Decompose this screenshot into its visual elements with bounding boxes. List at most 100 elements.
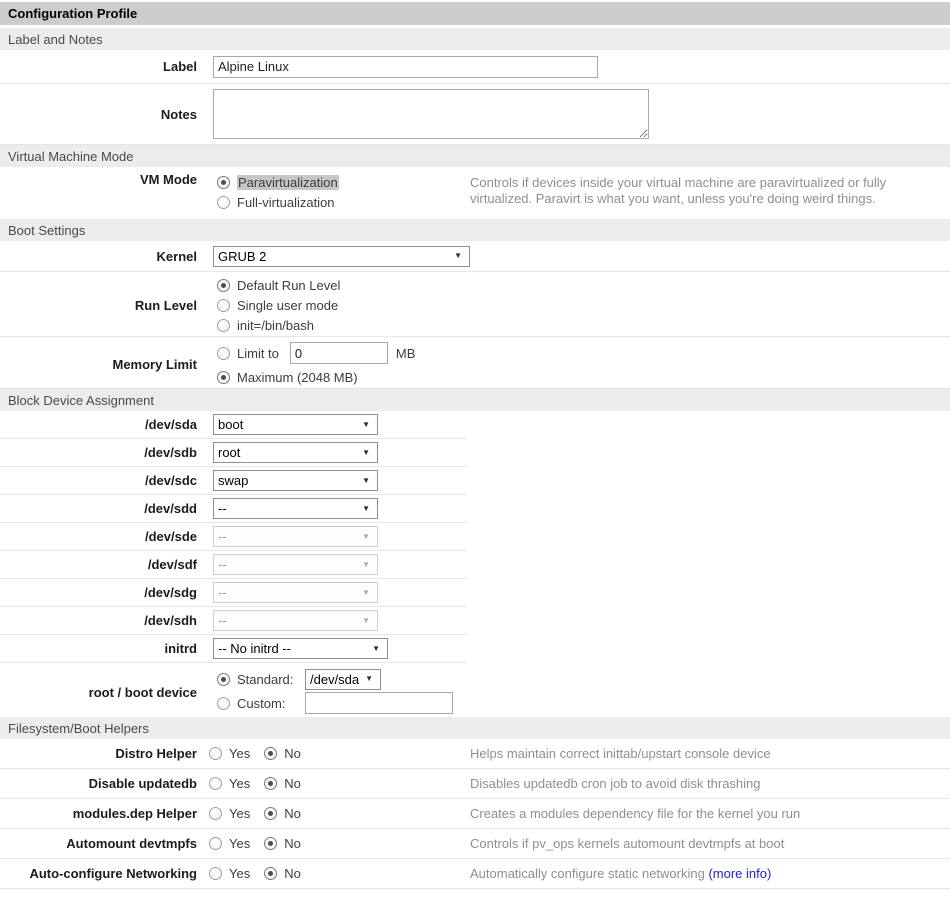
memory-limit-to-label[interactable]: Limit to — [237, 346, 279, 361]
auto-configure-networking-help: Automatically configure static networkin… — [470, 866, 705, 881]
modules-dep-helper-label: modules.dep Helper — [0, 806, 205, 821]
sdb-select[interactable]: root ▼ — [213, 442, 378, 463]
root-device-custom-radio[interactable] — [217, 697, 230, 710]
root-device-standard-label[interactable]: Standard: — [237, 672, 300, 687]
memory-limit-row: Memory Limit Limit to MB Maximum (2048 M… — [0, 337, 950, 389]
automount-devtmpfs-no-label[interactable]: No — [284, 836, 301, 851]
disable-updatedb-no-radio[interactable] — [264, 777, 277, 790]
notes-textarea[interactable] — [213, 89, 649, 139]
sdd-select-value: -- — [218, 501, 227, 516]
automount-devtmpfs-yes-label[interactable]: Yes — [229, 836, 250, 851]
block-device-table: /dev/sda boot ▼ /dev/sdb root ▼ /dev/sdc… — [0, 411, 467, 717]
auto-configure-networking-no-radio[interactable] — [264, 867, 277, 880]
device-label: /dev/sdc — [0, 473, 205, 488]
run-level-default-radio[interactable] — [217, 279, 230, 292]
distro-helper-yes-label[interactable]: Yes — [229, 746, 250, 761]
modules-dep-helper-row: modules.dep Helper Yes No Creates a modu… — [0, 799, 950, 829]
paravirtualization-radio-label[interactable]: Paravirtualization — [237, 175, 339, 190]
label-input[interactable] — [213, 56, 598, 78]
auto-configure-networking-yes-label[interactable]: Yes — [229, 866, 250, 881]
auto-configure-networking-yes-radio[interactable] — [209, 867, 222, 880]
root-device-standard-radio[interactable] — [217, 673, 230, 686]
block-device-row-sdh: /dev/sdh -- ▼ — [0, 607, 467, 635]
disable-updatedb-no-label[interactable]: No — [284, 776, 301, 791]
kernel-select[interactable]: GRUB 2 ▼ — [213, 246, 470, 267]
section-title: Virtual Machine Mode — [8, 149, 134, 164]
chevron-down-icon: ▼ — [362, 617, 370, 625]
run-level-single-label[interactable]: Single user mode — [237, 298, 338, 313]
sda-select[interactable]: boot ▼ — [213, 414, 378, 435]
automount-devtmpfs-label: Automount devtmpfs — [0, 836, 205, 851]
run-level-default-label[interactable]: Default Run Level — [237, 278, 340, 293]
root-device-custom-input[interactable] — [305, 692, 453, 714]
root-device-standard-select[interactable]: /dev/sda ▼ — [305, 669, 381, 690]
sdb-select-value: root — [218, 445, 240, 460]
sdd-select[interactable]: -- ▼ — [213, 498, 378, 519]
sda-select-value: boot — [218, 417, 243, 432]
full-virtualization-radio-label[interactable]: Full-virtualization — [237, 195, 335, 210]
memory-maximum-label[interactable]: Maximum (2048 MB) — [237, 370, 358, 385]
modules-dep-yes-radio[interactable] — [209, 807, 222, 820]
block-device-row-sde: /dev/sde -- ▼ — [0, 523, 467, 551]
chevron-down-icon: ▼ — [362, 505, 370, 513]
initrd-select[interactable]: -- No initrd -- ▼ — [213, 638, 388, 659]
auto-configure-networking-no-label[interactable]: No — [284, 866, 301, 881]
modules-dep-no-label[interactable]: No — [284, 806, 301, 821]
paravirtualization-radio[interactable] — [217, 176, 230, 189]
chevron-down-icon: ▼ — [362, 533, 370, 541]
section-virtual-machine-mode: Virtual Machine Mode — [0, 145, 950, 167]
full-virtualization-radio[interactable] — [217, 196, 230, 209]
sdc-select-value: swap — [218, 473, 248, 488]
more-info-link[interactable]: (more info) — [708, 866, 771, 881]
distro-helper-no-radio[interactable] — [264, 747, 277, 760]
root-boot-device-row: root / boot device Standard: /dev/sda ▼ … — [0, 663, 467, 717]
sdf-select-value: -- — [218, 557, 227, 572]
distro-helper-label: Distro Helper — [0, 746, 205, 761]
run-level-row: Run Level Default Run Level Single user … — [0, 272, 950, 337]
initrd-label: initrd — [0, 641, 205, 656]
disable-updatedb-yes-label[interactable]: Yes — [229, 776, 250, 791]
memory-maximum-radio[interactable] — [217, 371, 230, 384]
chevron-down-icon: ▼ — [372, 645, 380, 653]
distro-helper-yes-radio[interactable] — [209, 747, 222, 760]
kernel-select-value: GRUB 2 — [218, 249, 266, 264]
device-label: /dev/sde — [0, 529, 205, 544]
automount-devtmpfs-yes-radio[interactable] — [209, 837, 222, 850]
page-title: Configuration Profile — [8, 6, 137, 21]
disable-updatedb-help-text: Disables updatedb cron job to avoid disk… — [470, 776, 938, 792]
automount-devtmpfs-row: Automount devtmpfs Yes No Controls if pv… — [0, 829, 950, 859]
root-boot-device-label: root / boot device — [0, 685, 205, 700]
run-level-init-radio[interactable] — [217, 319, 230, 332]
run-level-single-radio[interactable] — [217, 299, 230, 312]
modules-dep-no-radio[interactable] — [264, 807, 277, 820]
memory-limit-input[interactable] — [290, 342, 388, 364]
sdc-select[interactable]: swap ▼ — [213, 470, 378, 491]
sdh-select: -- ▼ — [213, 610, 378, 631]
memory-limit-to-radio[interactable] — [217, 347, 230, 360]
section-title: Block Device Assignment — [8, 393, 154, 408]
block-device-row-sda: /dev/sda boot ▼ — [0, 411, 467, 439]
root-device-custom-label[interactable]: Custom: — [237, 696, 300, 711]
chevron-down-icon: ▼ — [362, 477, 370, 485]
automount-devtmpfs-no-radio[interactable] — [264, 837, 277, 850]
distro-helper-row: Distro Helper Yes No Helps maintain corr… — [0, 739, 950, 769]
chevron-down-icon: ▼ — [454, 252, 462, 260]
block-device-row-sdc: /dev/sdc swap ▼ — [0, 467, 467, 495]
section-block-device-assignment: Block Device Assignment — [0, 389, 950, 411]
auto-configure-networking-row: Auto-configure Networking Yes No Automat… — [0, 859, 950, 889]
section-boot-settings: Boot Settings — [0, 219, 950, 241]
sdh-select-value: -- — [218, 613, 227, 628]
section-title: Label and Notes — [8, 32, 103, 47]
memory-limit-unit: MB — [396, 346, 416, 361]
run-level-init-label[interactable]: init=/bin/bash — [237, 318, 314, 333]
block-device-row-sdg: /dev/sdg -- ▼ — [0, 579, 467, 607]
memory-limit-label: Memory Limit — [0, 357, 205, 372]
modules-dep-yes-label[interactable]: Yes — [229, 806, 250, 821]
kernel-label: Kernel — [0, 249, 205, 264]
chevron-down-icon: ▼ — [362, 421, 370, 429]
chevron-down-icon: ▼ — [362, 449, 370, 457]
disable-updatedb-yes-radio[interactable] — [209, 777, 222, 790]
device-label: /dev/sdg — [0, 585, 205, 600]
distro-helper-no-label[interactable]: No — [284, 746, 301, 761]
auto-configure-networking-label: Auto-configure Networking — [0, 866, 205, 881]
